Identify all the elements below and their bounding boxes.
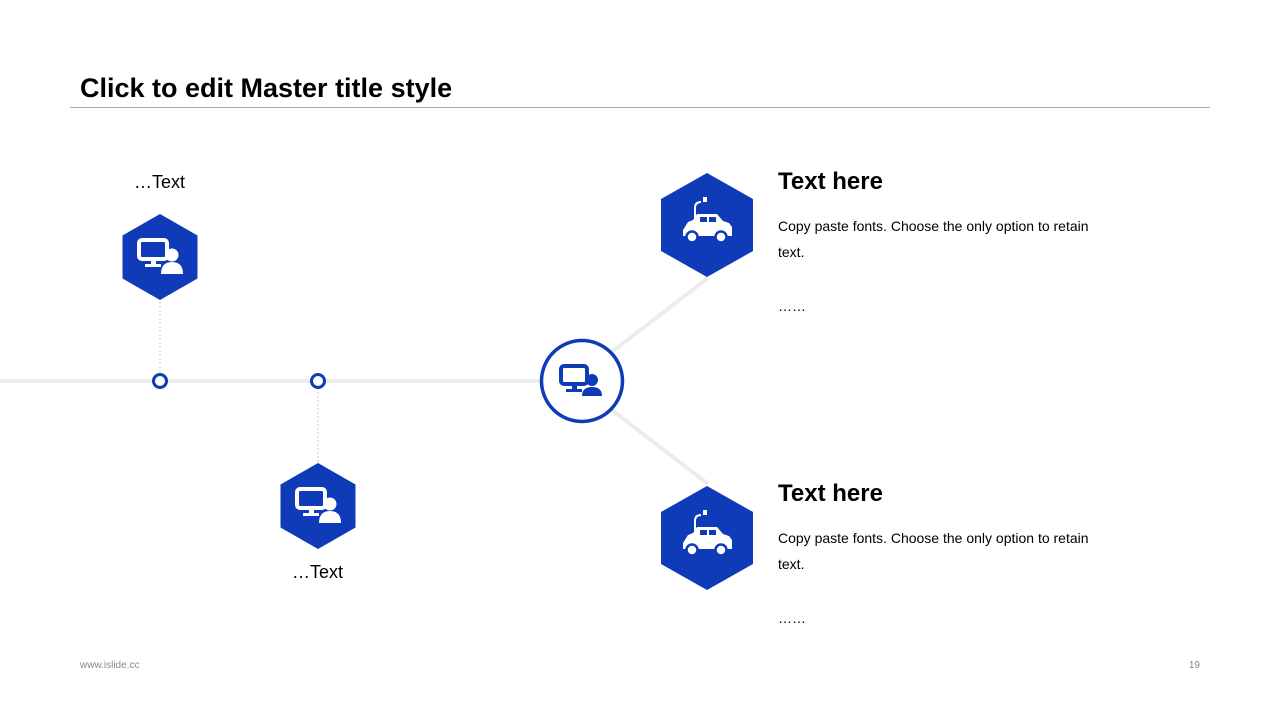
hexagon-item-1 <box>661 173 753 277</box>
branch-line-bottom <box>610 408 710 486</box>
item-1-heading: Text here <box>778 168 883 195</box>
timeline-marker-2 <box>310 373 326 389</box>
page-number: 19 <box>1188 660 1200 671</box>
top-node-label: …Text <box>134 172 186 192</box>
item-2-ellipsis: …… <box>778 610 806 626</box>
timeline-marker-1 <box>152 373 168 389</box>
bottom-node-label: …Text <box>292 562 344 582</box>
hexagon-item-2 <box>661 486 753 590</box>
hub-circle <box>539 338 625 424</box>
item-1-body: Copy paste fonts. Choose the only option… <box>778 218 1089 260</box>
item-2-body: Copy paste fonts. Choose the only option… <box>778 530 1089 572</box>
item-1-ellipsis: …… <box>778 298 806 314</box>
timeline-diagram <box>0 173 753 590</box>
item-2-heading: Text here <box>778 480 883 507</box>
footer-website: www.islide.cc <box>80 660 140 671</box>
hexagon-bottom-node <box>280 463 356 549</box>
branch-line-top <box>610 276 710 354</box>
hexagon-top-node <box>122 214 198 300</box>
